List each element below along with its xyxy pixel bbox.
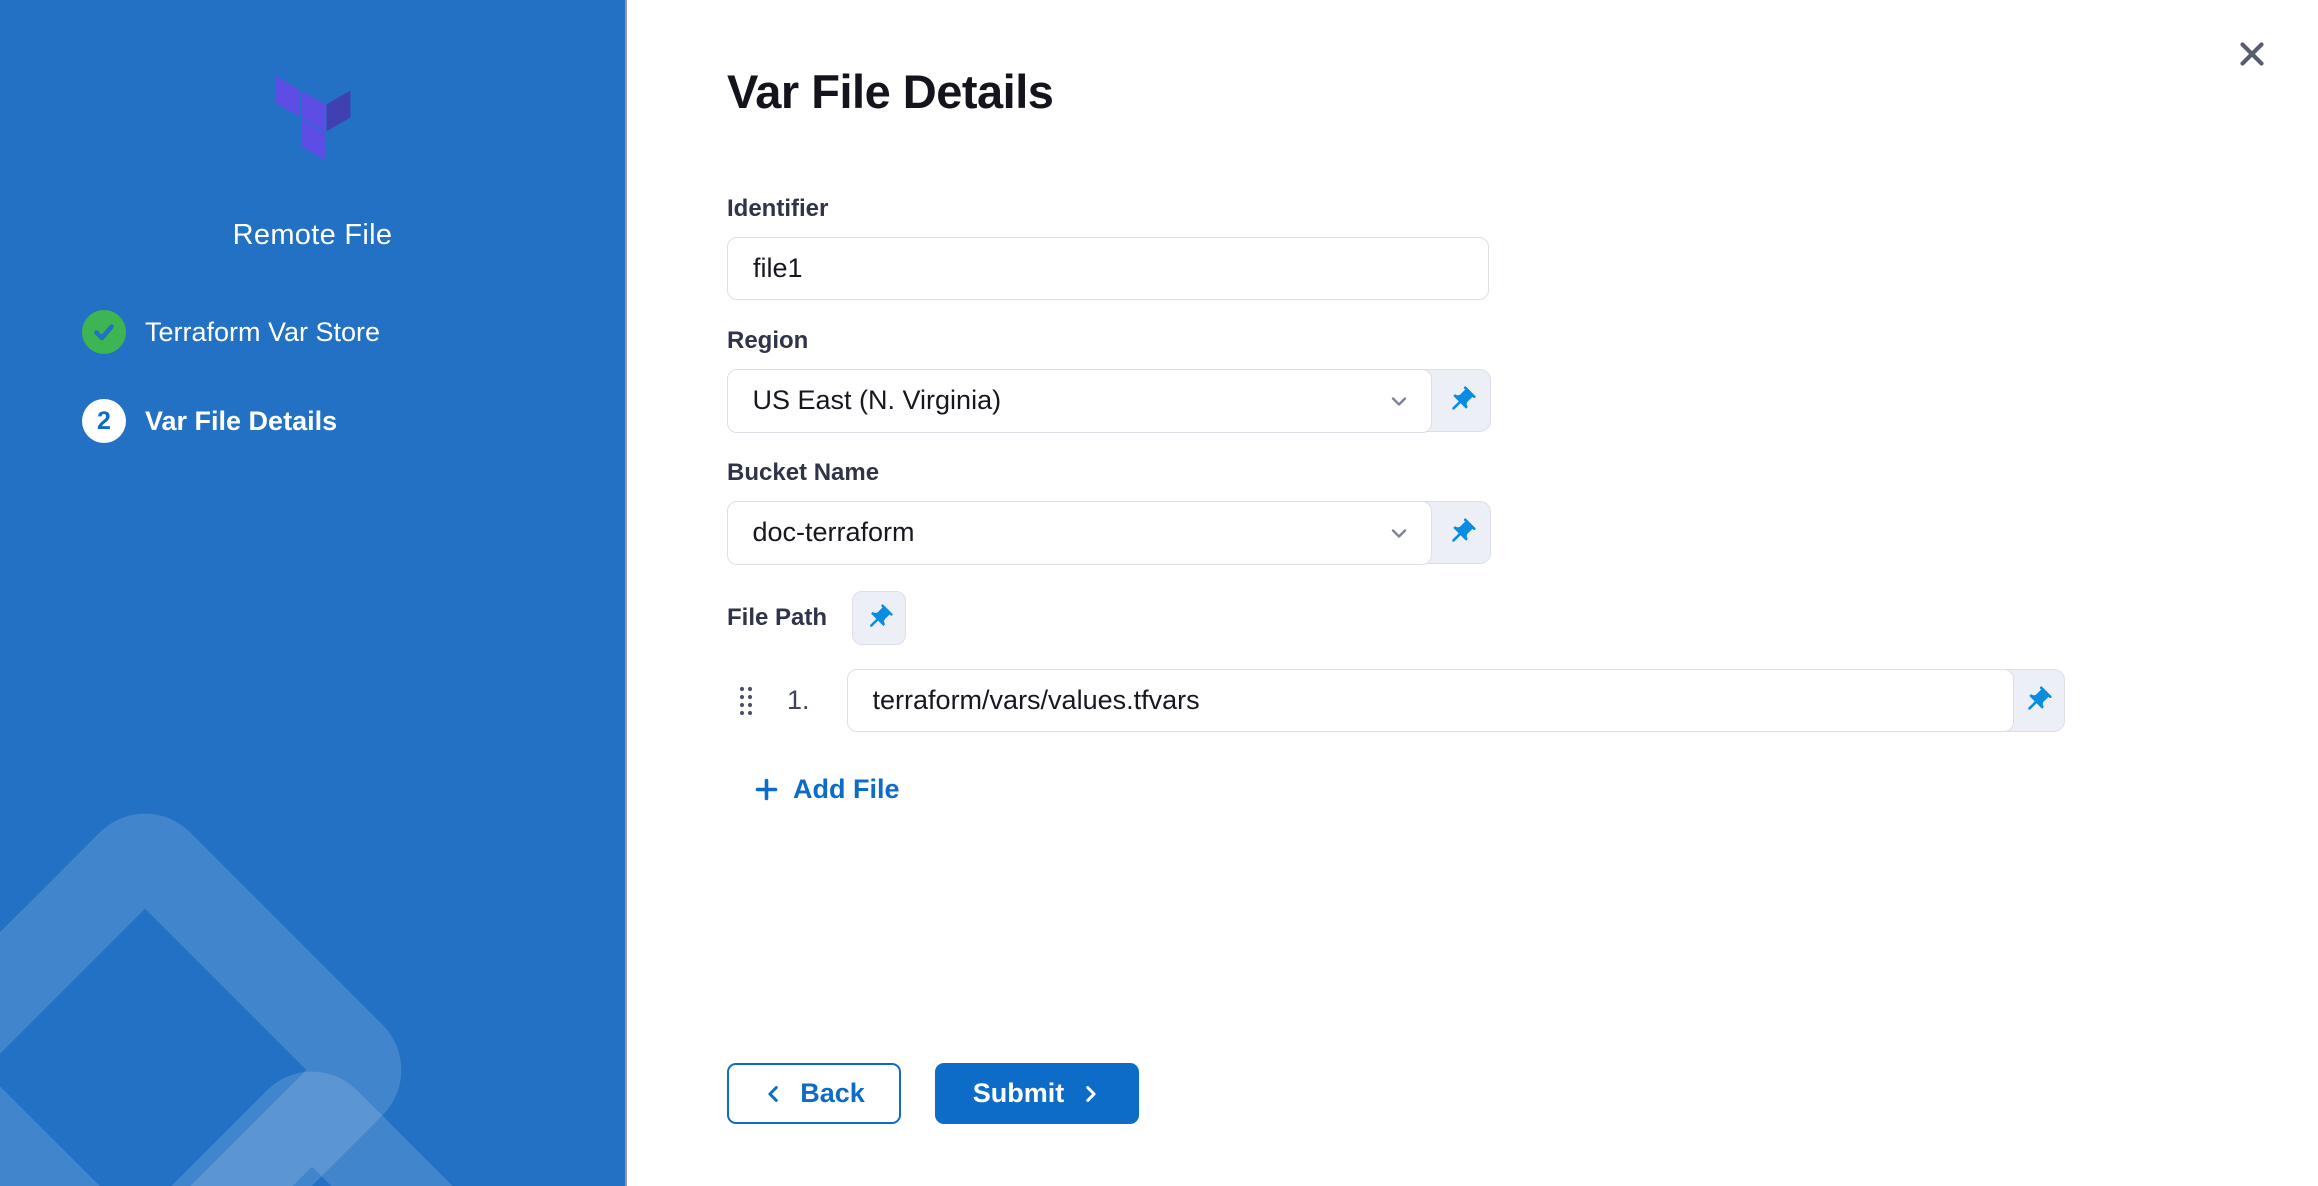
region-field-group: Region US East (N. Virginia) [727,327,2318,432]
step-number-badge: 2 [82,399,126,443]
file-path-row: 1. [727,669,2318,732]
back-button[interactable]: Back [727,1063,901,1124]
step-number: 2 [97,407,111,436]
pushpin-icon [1446,385,1477,416]
back-button-label: Back [800,1078,865,1109]
file-path-input[interactable] [847,669,2014,732]
step-var-file-details[interactable]: 2 Var File Details [82,399,625,443]
terraform-logo [265,66,361,175]
file-index: 1. [787,685,810,716]
var-file-form: Identifier Region US East (N. Virginia) [727,195,2318,1124]
region-label: Region [727,327,2318,355]
chevron-down-icon [1387,521,1411,545]
identifier-input[interactable] [727,237,1489,300]
wizard-title: Remote File [0,219,625,252]
add-file-button[interactable]: Add File [753,774,900,805]
chevron-left-icon [763,1083,785,1105]
step-completed-badge [82,310,126,354]
close-button[interactable] [2228,30,2276,78]
add-file-label: Add File [793,774,900,805]
file-path-input-group [847,669,2065,732]
wizard-actions: Back Submit [727,1063,2318,1124]
plus-icon [753,776,780,803]
wizard-steps: Terraform Var Store 2 Var File Details [82,310,625,443]
region-selected-value: US East (N. Virginia) [753,385,1388,416]
region-select-group: US East (N. Virginia) [727,369,1491,432]
bucket-pin-button[interactable] [1432,502,1490,563]
drag-handle[interactable] [737,683,755,719]
check-icon [91,319,117,345]
file-path-header: File Path [727,591,2318,645]
identifier-label: Identifier [727,195,2318,223]
chevron-right-icon [1079,1083,1101,1105]
wizard-sidebar: Remote File Terraform Var Store 2 Var Fi… [0,0,627,1186]
bucket-name-select[interactable]: doc-terraform [727,501,1433,565]
bucket-name-label: Bucket Name [727,459,2318,487]
pushpin-icon [2022,685,2053,716]
step-terraform-var-store[interactable]: Terraform Var Store [82,310,625,354]
file-path-label: File Path [727,604,827,632]
pushpin-icon [864,603,894,633]
submit-button[interactable]: Submit [935,1063,1139,1124]
region-pin-button[interactable] [1432,370,1490,431]
step-label: Terraform Var Store [145,317,380,348]
file-path-pin-button[interactable] [852,591,906,645]
close-icon [2233,35,2271,73]
pushpin-icon [1446,517,1477,548]
bucket-field-group: Bucket Name doc-terraform [727,459,2318,564]
var-file-details-panel: Var File Details Identifier Region US Ea… [627,0,2318,1186]
page-title: Var File Details [727,64,2318,119]
submit-button-label: Submit [973,1078,1065,1109]
identifier-field-group: Identifier [727,195,2318,300]
bucket-selected-value: doc-terraform [753,517,1388,548]
bucket-select-group: doc-terraform [727,501,1491,564]
step-label: Var File Details [145,406,337,437]
chevron-down-icon [1387,389,1411,413]
region-select[interactable]: US East (N. Virginia) [727,369,1433,433]
drag-handle-dots-icon [737,683,755,719]
